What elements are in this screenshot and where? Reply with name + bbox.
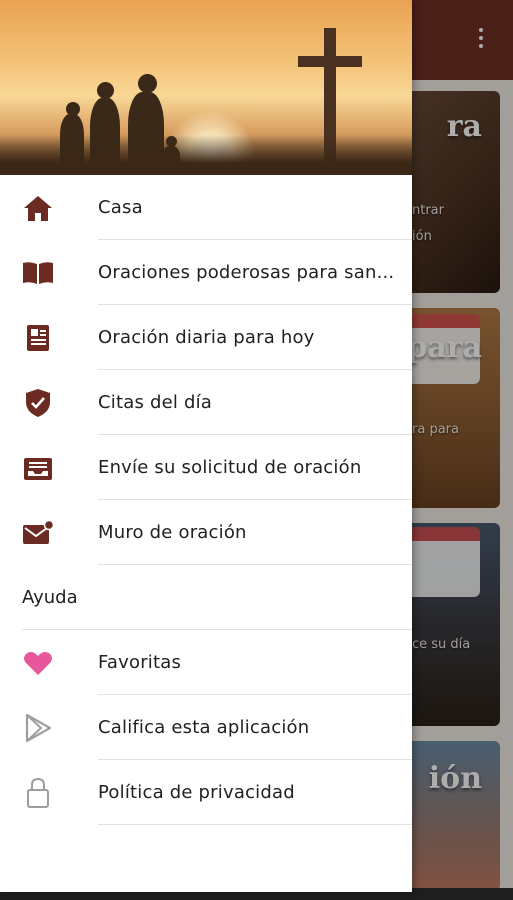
menu-item-label: Favoritas (98, 652, 182, 673)
silhouette-adult-head (97, 82, 114, 99)
menu-item-label: Muro de oración (98, 522, 247, 543)
grass-field (0, 135, 412, 175)
inbox-tray-icon (22, 453, 54, 483)
play-store-icon (22, 713, 54, 743)
menu-item-powerful-prayers[interactable]: Oraciones poderosas para san... (0, 240, 412, 305)
help-section-header: Ayuda (0, 565, 412, 630)
menu-item-label: Oración diaria para hoy (98, 327, 315, 348)
silhouette-adult-head (138, 74, 157, 93)
menu-item-favorites[interactable]: Favoritas (0, 630, 412, 695)
mail-notification-icon (22, 518, 54, 548)
menu-item-label: Casa (98, 197, 143, 218)
menu-item-label: Califica esta aplicación (98, 717, 310, 738)
heart-icon (22, 648, 54, 678)
menu-item-privacy-policy[interactable]: Política de privacidad (0, 760, 412, 825)
shield-check-icon (22, 388, 54, 418)
menu-item-prayer-wall[interactable]: Muro de oración (0, 500, 412, 565)
menu-item-rate-app[interactable]: Califica esta aplicación (0, 695, 412, 760)
navigation-drawer: Casa Oraciones poderosas para san... Ora… (0, 0, 412, 892)
lock-icon (22, 777, 54, 808)
menu-item-label: Envíe su solicitud de oración (98, 457, 362, 478)
open-book-icon (22, 258, 54, 288)
menu-item-quotes-of-the-day[interactable]: Citas del día (0, 370, 412, 435)
menu-item-send-prayer-request[interactable]: Envíe su solicitud de oración (0, 435, 412, 500)
menu-item-label: Oraciones poderosas para san... (98, 262, 395, 283)
divider (98, 824, 412, 825)
menu-item-label: Política de privacidad (98, 782, 295, 803)
home-icon (22, 193, 54, 223)
menu-item-home[interactable]: Casa (0, 175, 412, 240)
drawer-header-image (0, 0, 412, 175)
section-title: Ayuda (22, 587, 78, 608)
menu-item-label: Citas del día (98, 392, 213, 413)
menu-item-daily-prayer[interactable]: Oración diaria para hoy (0, 305, 412, 370)
newspaper-icon (22, 323, 54, 353)
drawer-menu: Casa Oraciones poderosas para san... Ora… (0, 175, 412, 825)
